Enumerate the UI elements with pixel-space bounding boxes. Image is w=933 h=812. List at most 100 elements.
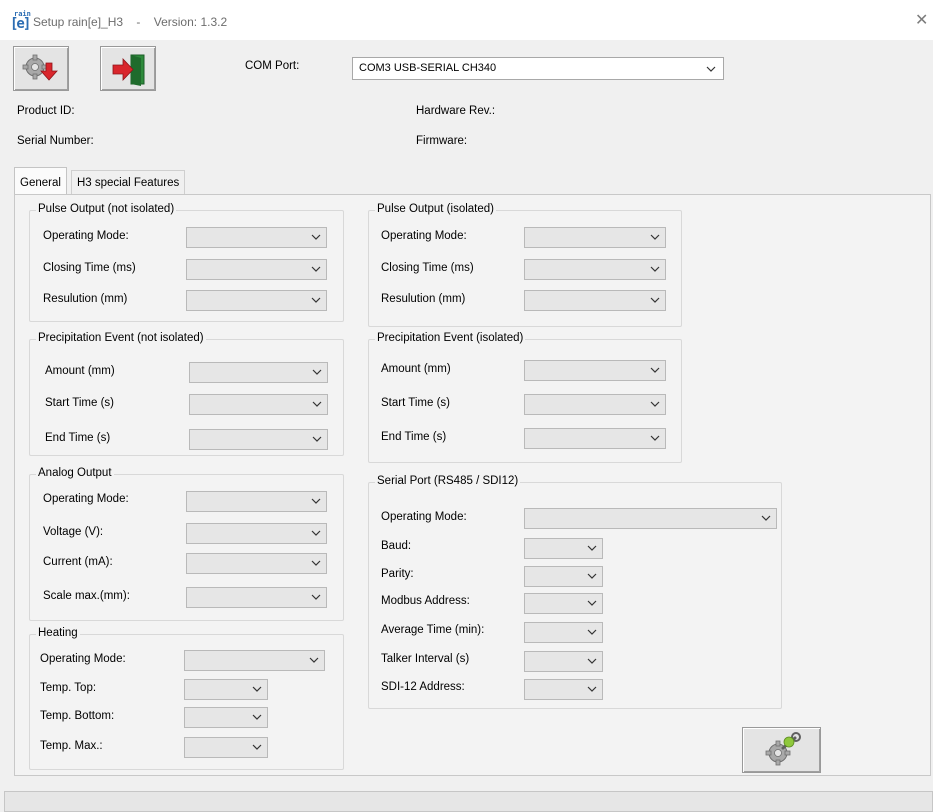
precip-isolated-end-time-select[interactable] (524, 428, 666, 449)
pulse-isolated-resolution-select[interactable] (524, 290, 666, 311)
window-title: Setup rain[e]_H3 - Version: 1.3.2 (33, 15, 237, 29)
chevron-down-icon (251, 683, 263, 695)
serial-talker-interval-select[interactable] (524, 651, 603, 672)
chevron-down-icon (310, 591, 322, 603)
heating-operating-mode-select[interactable] (184, 650, 325, 671)
chevron-down-icon (586, 542, 598, 554)
group-title: Precipitation Event (not isolated) (36, 332, 206, 344)
close-icon[interactable]: ✕ (915, 10, 928, 30)
chevron-down-icon (310, 294, 322, 306)
write-config-button[interactable] (742, 727, 821, 773)
serial-operating-mode-select[interactable] (524, 508, 777, 529)
com-port-value: COM3 USB-SERIAL CH340 (359, 62, 497, 74)
chevron-down-icon (586, 597, 598, 609)
parity-label: Parity: (381, 568, 414, 580)
window-version: Version: 1.3.2 (153, 15, 228, 29)
precip-not-isolated-amount-select[interactable] (189, 362, 328, 383)
read-config-button[interactable] (13, 46, 69, 91)
tab-general[interactable]: General (14, 167, 67, 194)
chevron-down-icon (251, 711, 263, 723)
chevron-down-icon (649, 398, 661, 410)
amount-label: Amount (mm) (45, 365, 115, 377)
temp-max-label: Temp. Max.: (40, 740, 103, 752)
sdi12-address-label: SDI-12 Address: (381, 681, 465, 693)
heating-temp-top-select[interactable] (184, 679, 268, 700)
serial-baud-select[interactable] (524, 538, 603, 559)
group-title: Pulse Output (isolated) (375, 203, 496, 215)
chevron-down-icon (649, 294, 661, 306)
serial-number-label: Serial Number: (17, 135, 94, 147)
chevron-down-icon (649, 432, 661, 444)
closing-time-label: Closing Time (ms) (43, 262, 136, 274)
group-title: Heating (36, 627, 80, 639)
app-logo-icon: rain [e] (10, 10, 31, 32)
pulse-not-isolated-resolution-select[interactable] (186, 290, 327, 311)
end-time-label: End Time (s) (45, 432, 111, 444)
tab-h3-special-features[interactable]: H3 special Features (71, 170, 186, 194)
com-port-select[interactable]: COM3 USB-SERIAL CH340 (352, 57, 724, 80)
operating-mode-label: Operating Mode: (43, 230, 129, 242)
scale-max-label: Scale max.(mm): (43, 590, 130, 602)
window-title-separator: - (136, 15, 141, 29)
serial-modbus-address-select[interactable] (524, 593, 603, 614)
group-title: Precipitation Event (isolated) (375, 332, 526, 344)
chevron-down-icon (586, 626, 598, 638)
chevron-down-icon (310, 231, 322, 243)
baud-label: Baud: (381, 540, 412, 552)
chevron-down-icon (310, 527, 322, 539)
status-bar (4, 791, 933, 812)
resolution-label: Resulution (mm) (43, 293, 128, 305)
analog-current-select[interactable] (186, 553, 327, 574)
group-title: Serial Port (RS485 / SDI12) (375, 475, 521, 487)
precip-isolated-start-time-select[interactable] (524, 394, 666, 415)
group-title: Analog Output (36, 467, 114, 479)
chevron-down-icon (705, 63, 717, 75)
chevron-down-icon (586, 655, 598, 667)
chevron-down-icon (649, 263, 661, 275)
pulse-isolated-operating-mode-select[interactable] (524, 227, 666, 248)
firmware-label: Firmware: (416, 135, 468, 147)
analog-operating-mode-select[interactable] (186, 491, 327, 512)
serial-average-time-select[interactable] (524, 622, 603, 643)
operating-mode-label: Operating Mode: (43, 493, 129, 505)
chevron-down-icon (311, 433, 323, 445)
temp-bottom-label: Temp. Bottom: (40, 710, 115, 722)
precip-not-isolated-start-time-select[interactable] (189, 394, 328, 415)
start-time-label: Start Time (s) (381, 397, 451, 409)
group-title: Pulse Output (not isolated) (36, 203, 177, 215)
analog-voltage-select[interactable] (186, 523, 327, 544)
pulse-isolated-closing-time-select[interactable] (524, 259, 666, 280)
serial-parity-select[interactable] (524, 566, 603, 587)
chevron-down-icon (311, 366, 323, 378)
heating-temp-max-select[interactable] (184, 737, 268, 758)
amount-label: Amount (mm) (381, 363, 451, 375)
chevron-down-icon (586, 570, 598, 582)
chevron-down-icon (251, 741, 263, 753)
closing-time-label: Closing Time (ms) (381, 262, 474, 274)
window-title-name: Setup rain[e]_H3 (33, 15, 124, 29)
heating-temp-bottom-select[interactable] (184, 707, 268, 728)
exit-button[interactable] (100, 46, 156, 91)
chevron-down-icon (308, 654, 320, 666)
gear-download-icon (22, 54, 58, 81)
chevron-down-icon (649, 231, 661, 243)
analog-scale-max-select[interactable] (186, 587, 327, 608)
serial-sdi12-address-select[interactable] (524, 679, 603, 700)
chevron-down-icon (310, 263, 322, 275)
chevron-down-icon (760, 512, 772, 524)
resolution-label: Resulution (mm) (381, 293, 466, 305)
com-port-label: COM Port: (245, 60, 300, 72)
hardware-rev-label: Hardware Rev.: (416, 105, 496, 117)
precip-isolated-amount-select[interactable] (524, 360, 666, 381)
pulse-not-isolated-closing-time-select[interactable] (186, 259, 327, 280)
operating-mode-label: Operating Mode: (381, 511, 467, 523)
pulse-not-isolated-operating-mode-select[interactable] (186, 227, 327, 248)
chevron-down-icon (311, 398, 323, 410)
start-time-label: Start Time (s) (45, 397, 115, 409)
precip-not-isolated-end-time-select[interactable] (189, 429, 328, 450)
talker-interval-label: Talker Interval (s) (381, 653, 470, 665)
chevron-down-icon (310, 495, 322, 507)
temp-top-label: Temp. Top: (40, 682, 97, 694)
end-time-label: End Time (s) (381, 431, 447, 443)
current-label: Current (mA): (43, 556, 113, 568)
